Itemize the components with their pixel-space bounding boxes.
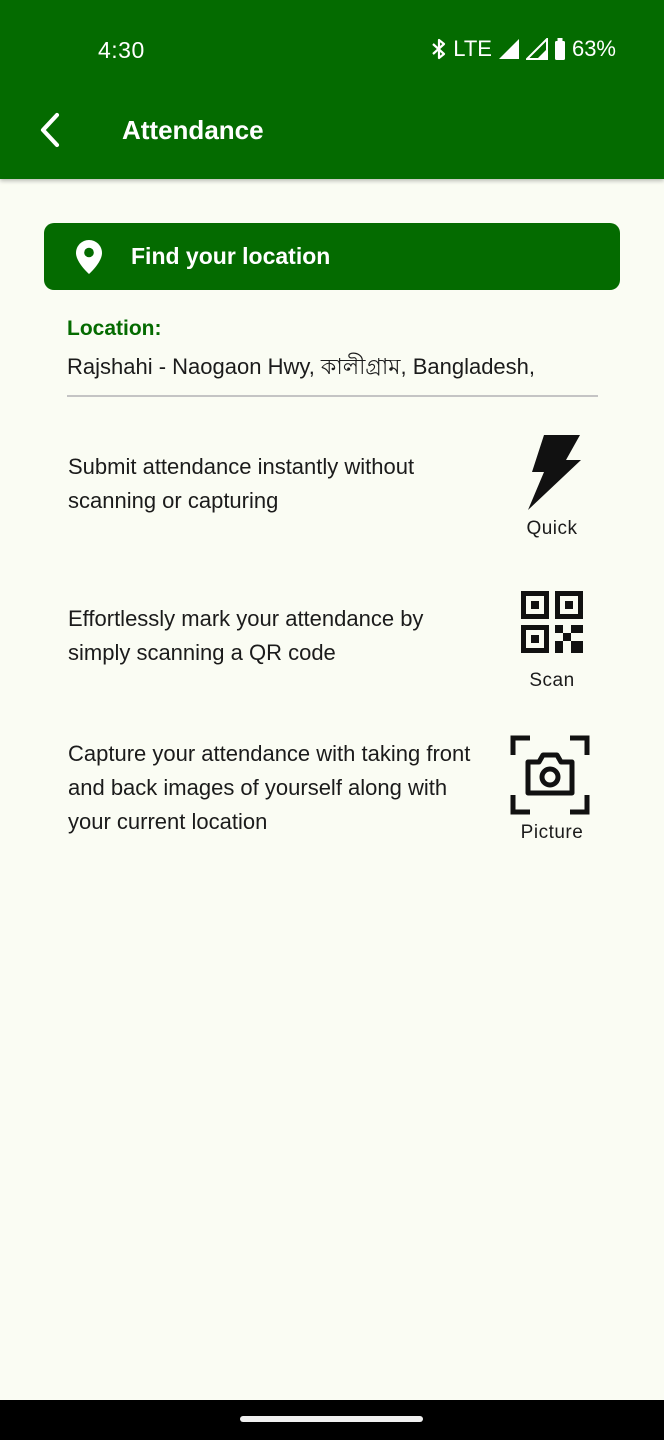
location-label: Location: xyxy=(67,317,162,340)
option-label: Picture xyxy=(520,822,584,843)
picture-attendance-option[interactable]: Capture your attendance with taking fron… xyxy=(0,734,664,854)
option-label: Scan xyxy=(529,670,575,691)
option-description: Capture your attendance with taking fron… xyxy=(68,741,471,834)
home-gesture-handle[interactable] xyxy=(240,1416,423,1422)
page-title: Attendance xyxy=(122,115,264,145)
battery-icon xyxy=(554,38,566,60)
back-button[interactable] xyxy=(30,110,70,154)
bluetooth-icon xyxy=(431,37,447,61)
app-bar: 4:30 LTE 63% Attendance xyxy=(0,0,664,179)
location-pin-icon xyxy=(75,239,103,280)
divider xyxy=(67,395,598,397)
network-type: LTE xyxy=(453,36,492,61)
chevron-left-icon xyxy=(38,112,62,153)
status-icons: LTE 63% xyxy=(431,36,616,62)
qr-code-icon[interactable] xyxy=(511,591,593,653)
status-time: 4:30 xyxy=(98,37,145,63)
option-label: Quick xyxy=(526,518,578,539)
option-description: Effortlessly mark your attendance by sim… xyxy=(68,606,424,665)
location-value: Rajshahi - Naogaon Hwy, কালীগ্রাম, Bangl… xyxy=(67,354,536,379)
signal-icon xyxy=(525,38,548,60)
lightning-bolt-icon[interactable] xyxy=(511,434,593,510)
find-location-label: Find your location xyxy=(131,243,331,269)
option-description: Submit attendance instantly without scan… xyxy=(68,454,415,513)
find-location-button[interactable]: Find your location xyxy=(44,223,620,290)
battery-percent: 63% xyxy=(571,36,616,61)
camera-icon[interactable] xyxy=(509,735,591,815)
signal-icon xyxy=(498,38,520,60)
quick-attendance-option[interactable]: Submit attendance instantly without scan… xyxy=(0,430,664,550)
system-nav-bar xyxy=(0,1400,664,1440)
scan-attendance-option[interactable]: Effortlessly mark your attendance by sim… xyxy=(0,582,664,702)
